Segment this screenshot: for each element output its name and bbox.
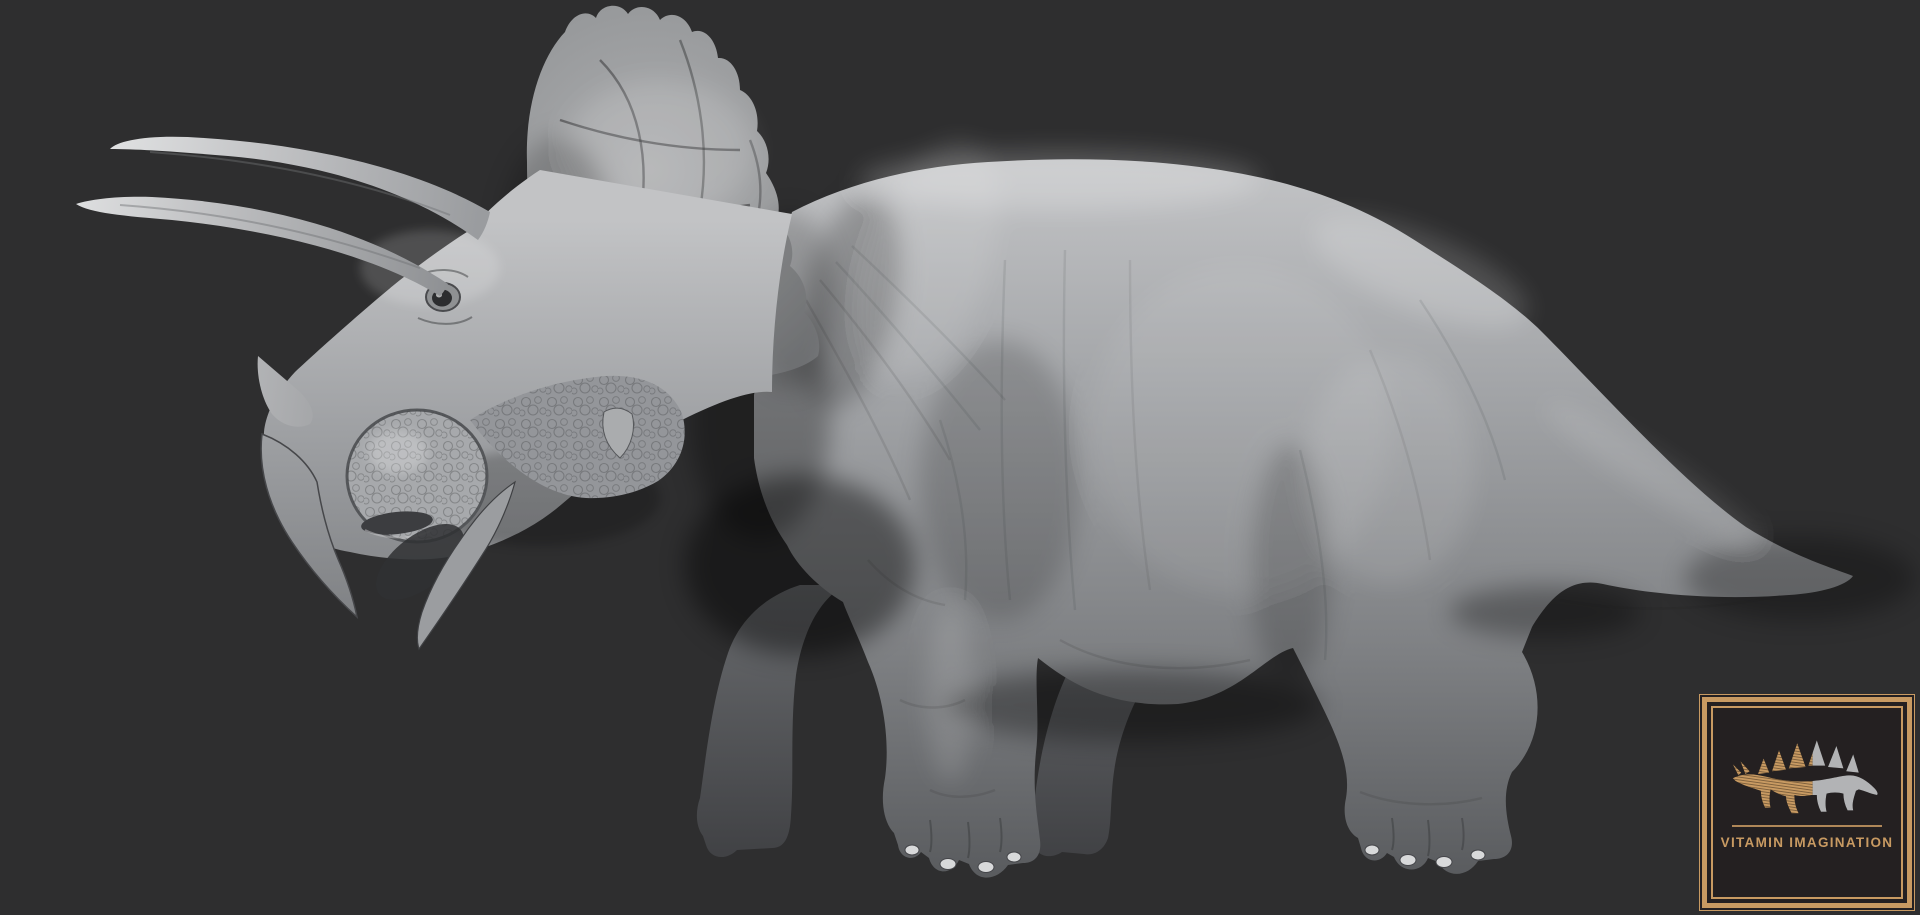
render-viewport: VITAMIN IMAGINATION — [0, 0, 1920, 915]
badge-panel: VITAMIN IMAGINATION — [1711, 706, 1903, 899]
brand-badge: VITAMIN IMAGINATION — [1699, 694, 1915, 911]
brand-divider — [1732, 825, 1882, 827]
badge-border: VITAMIN IMAGINATION — [1702, 697, 1912, 908]
triceratops-sculpt — [76, 5, 1915, 878]
brow-horns — [76, 136, 490, 296]
stegosaurus-icon — [1732, 740, 1878, 814]
brand-name: VITAMIN IMAGINATION — [1720, 835, 1894, 850]
